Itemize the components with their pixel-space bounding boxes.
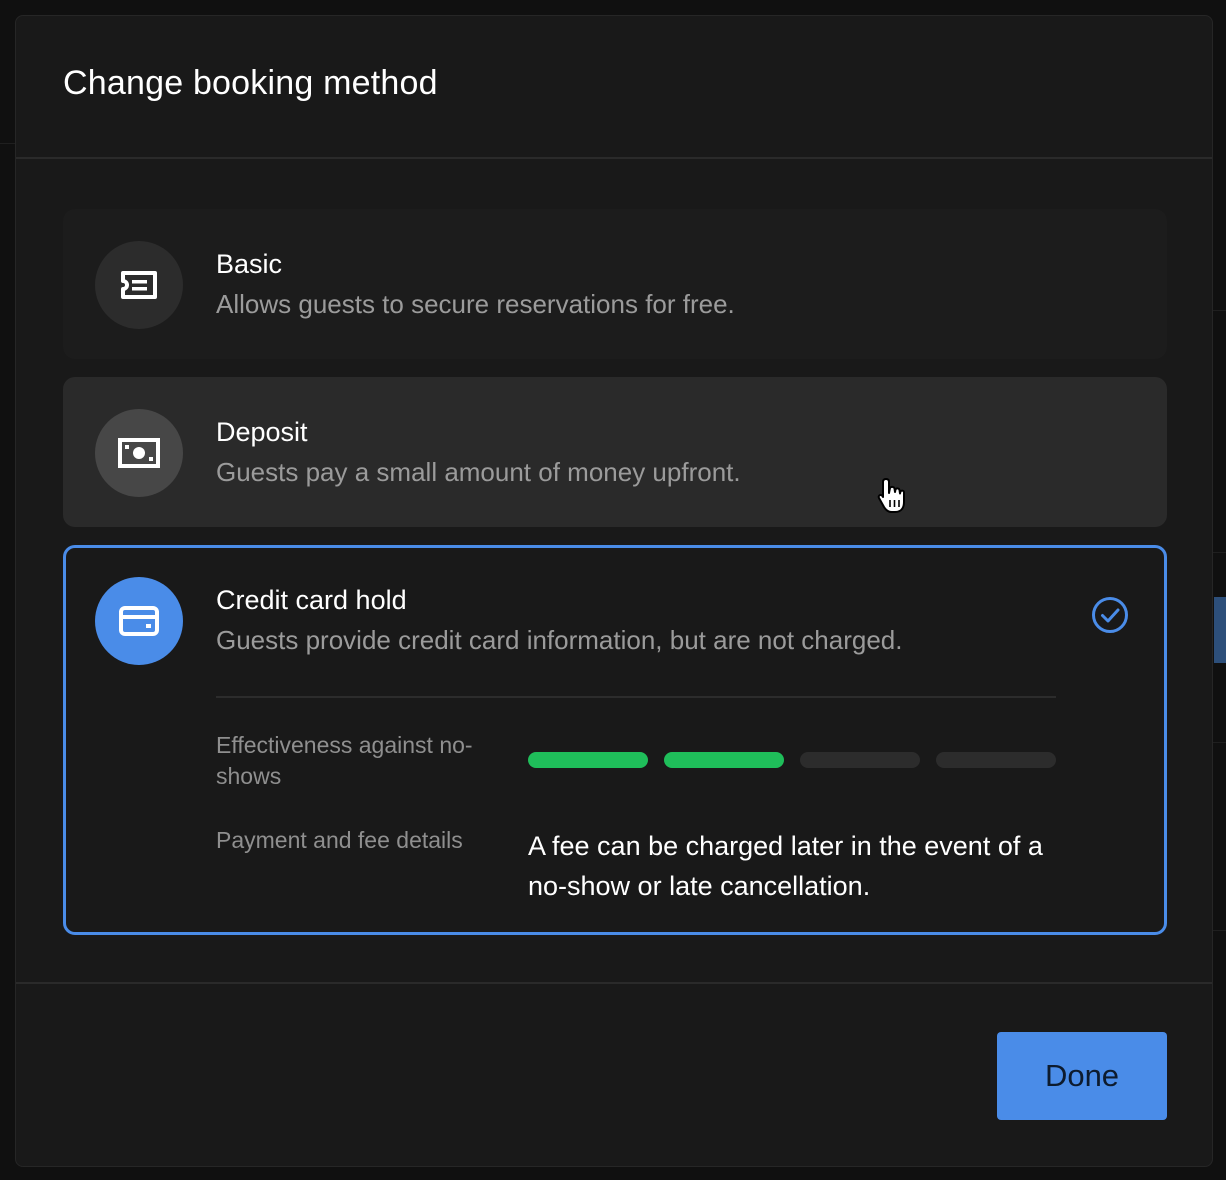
- dialog-header: Change booking method: [16, 16, 1212, 159]
- details-divider: [216, 696, 1056, 698]
- background-divider: [0, 143, 15, 144]
- background-divider: [1213, 310, 1226, 311]
- effectiveness-label: Effectiveness against no-shows: [216, 732, 473, 789]
- cash-icon: [95, 409, 183, 497]
- background-divider: [1213, 552, 1226, 553]
- dialog-title: Change booking method: [63, 64, 438, 102]
- option-description: Allows guests to secure reservations for…: [216, 289, 735, 319]
- option-description: Guests provide credit card information, …: [216, 625, 903, 655]
- effectiveness-meter: [528, 752, 1056, 768]
- check-circle-icon: [1091, 596, 1129, 634]
- background-divider: [1213, 742, 1226, 743]
- dialog-footer: Done: [16, 982, 1212, 1166]
- background-button: [1214, 597, 1226, 663]
- credit-card-icon: [95, 577, 183, 665]
- payment-details-label: Payment and fee details: [216, 827, 463, 853]
- hand-pointer-icon: [876, 476, 910, 516]
- done-button[interactable]: Done: [997, 1032, 1167, 1120]
- meter-segment: [800, 752, 920, 768]
- option-title: Credit card hold: [216, 585, 407, 615]
- ticket-icon: [95, 241, 183, 329]
- option-credit-card-hold[interactable]: Credit card hold Guests provide credit c…: [63, 545, 1167, 935]
- option-title: Deposit: [216, 417, 308, 447]
- background-divider: [1213, 930, 1226, 931]
- change-booking-method-dialog: Change booking method Basic Allows guest…: [15, 15, 1213, 1167]
- payment-details-text: A fee can be charged later in the event …: [528, 831, 1043, 901]
- meter-segment: [664, 752, 784, 768]
- meter-segment: [528, 752, 648, 768]
- option-basic[interactable]: Basic Allows guests to secure reservatio…: [63, 209, 1167, 359]
- option-title: Basic: [216, 249, 283, 279]
- option-deposit[interactable]: Deposit Guests pay a small amount of mon…: [63, 377, 1167, 527]
- meter-segment: [936, 752, 1056, 768]
- option-description: Guests pay a small amount of money upfro…: [216, 457, 741, 487]
